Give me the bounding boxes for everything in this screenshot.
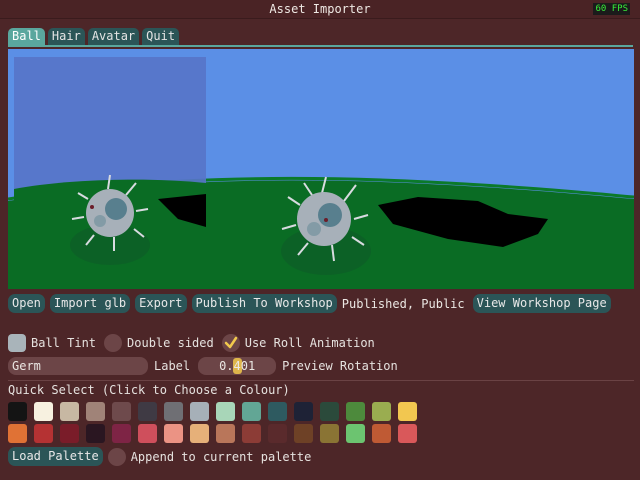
title-bar: Asset Importer 60 FPS: [0, 0, 640, 19]
tab-ball[interactable]: Ball: [8, 28, 45, 45]
color-swatch[interactable]: [346, 402, 365, 421]
color-swatch[interactable]: [112, 424, 131, 443]
divider: [8, 380, 634, 381]
color-swatch[interactable]: [8, 424, 27, 443]
window-title: Asset Importer: [269, 2, 371, 16]
preview-rotation-slider[interactable]: 0.401: [198, 357, 277, 375]
color-swatch[interactable]: [60, 402, 79, 421]
color-swatch[interactable]: [294, 424, 313, 443]
color-swatch[interactable]: [34, 424, 53, 443]
color-swatch[interactable]: [190, 402, 209, 421]
import-glb-button[interactable]: Import glb: [49, 294, 131, 313]
label-input[interactable]: Germ: [8, 357, 148, 375]
quick-select-palette: [8, 402, 417, 443]
color-swatch[interactable]: [372, 424, 391, 443]
export-button[interactable]: Export: [135, 294, 187, 313]
3d-preview-viewport[interactable]: [8, 49, 634, 289]
color-swatch[interactable]: [320, 402, 339, 421]
color-swatch[interactable]: [398, 424, 417, 443]
double-sided-checkbox[interactable]: [104, 334, 123, 352]
color-swatch[interactable]: [216, 402, 235, 421]
double-sided-label: Double sided: [127, 336, 214, 350]
tab-quit[interactable]: Quit: [142, 28, 180, 45]
color-swatch[interactable]: [60, 424, 79, 443]
color-swatch[interactable]: [164, 402, 183, 421]
append-palette-label: Append to current palette: [130, 449, 312, 464]
color-swatch[interactable]: [242, 424, 261, 443]
palette-actions-row: Load Palette Append to current palette: [8, 447, 319, 466]
view-workshop-page-button[interactable]: View Workshop Page: [472, 294, 611, 313]
ball-tint-label: Ball Tint: [31, 336, 97, 350]
publish-to-workshop-button[interactable]: Publish To Workshop: [191, 294, 337, 313]
fps-counter: 60 FPS: [593, 3, 630, 15]
append-palette-checkbox[interactable]: [107, 447, 126, 466]
color-swatch[interactable]: [268, 402, 287, 421]
open-button[interactable]: Open: [8, 294, 45, 313]
color-swatch[interactable]: [294, 402, 313, 421]
load-palette-button[interactable]: Load Palette: [8, 447, 103, 466]
color-swatch[interactable]: [320, 424, 339, 443]
color-swatch[interactable]: [398, 402, 417, 421]
roll-animation-checkbox[interactable]: [221, 334, 240, 352]
color-swatch[interactable]: [86, 402, 105, 421]
color-swatch[interactable]: [268, 424, 287, 443]
toolbar: Open Import glb Export Publish To Worksh…: [8, 294, 616, 313]
preview-rotation-value: 0.401: [219, 359, 256, 373]
preview-rotation-caption: Preview Rotation: [282, 359, 398, 373]
color-swatch[interactable]: [112, 402, 131, 421]
publish-status: Published, Public: [341, 296, 465, 311]
tab-underline: [8, 45, 633, 47]
color-swatch[interactable]: [216, 424, 235, 443]
tab-hair[interactable]: Hair: [47, 28, 85, 45]
color-swatch[interactable]: [190, 424, 209, 443]
tab-avatar[interactable]: Avatar: [87, 28, 140, 45]
color-swatch[interactable]: [86, 424, 105, 443]
label-row: Germ Label 0.401 Preview Rotation: [8, 357, 406, 375]
color-swatch[interactable]: [138, 402, 157, 421]
color-swatch[interactable]: [346, 424, 365, 443]
color-swatch[interactable]: [34, 402, 53, 421]
quick-select-title: Quick Select (Click to Choose a Colour): [8, 383, 290, 397]
tab-bar: Ball Hair Avatar Quit: [8, 28, 180, 45]
color-swatch[interactable]: [138, 424, 157, 443]
checkmark-icon: [224, 336, 237, 349]
color-swatch[interactable]: [242, 402, 261, 421]
ball-tint-swatch[interactable]: [8, 334, 26, 352]
label-caption: Label: [154, 359, 191, 373]
color-swatch[interactable]: [8, 402, 27, 421]
color-swatch[interactable]: [164, 424, 183, 443]
roll-animation-label: Use Roll Animation: [244, 336, 375, 350]
options-row: Ball Tint Double sided Use Roll Animatio…: [8, 334, 383, 352]
color-swatch[interactable]: [372, 402, 391, 421]
